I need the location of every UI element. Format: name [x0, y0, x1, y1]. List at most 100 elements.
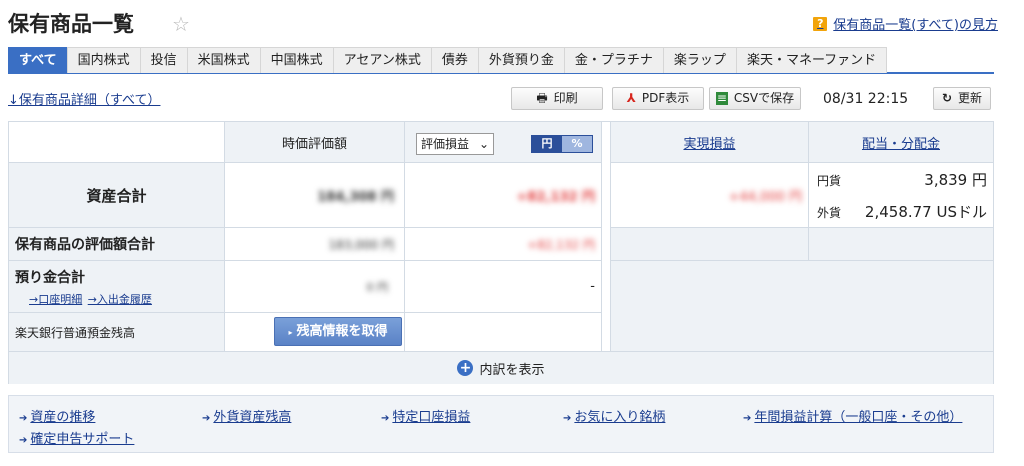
- deposits-total-label: 預り金合計: [15, 270, 85, 286]
- arrow-right-icon: ➔: [202, 413, 211, 424]
- holdings-pl: +82,132 円: [527, 237, 595, 252]
- deposit-value-cell: 0 円: [225, 261, 405, 313]
- account-detail-link[interactable]: →口座明細: [29, 293, 82, 306]
- printer-icon: 🖶: [536, 91, 548, 105]
- total-value-cell: 184,308 円: [225, 163, 405, 228]
- market-value-label: 時価評価額: [281, 136, 347, 152]
- holdings-total-label: 保有商品の評価額合計: [15, 237, 155, 253]
- csv-button[interactable]: ≡ CSVで保存: [709, 87, 801, 110]
- specific-account-pl-label: 特定口座損益: [392, 410, 471, 425]
- get-balance-button[interactable]: ▸ 残高情報を取得: [274, 317, 402, 346]
- tab-foreign-deposits[interactable]: 外貨預り金: [477, 47, 565, 73]
- dividend-yen-label: 円貨: [817, 174, 842, 188]
- realized-pl-link[interactable]: 実現損益: [683, 133, 735, 152]
- fx-assets-label: 外貨資産残高: [213, 410, 292, 425]
- show-breakdown-label: 内訳を表示: [479, 362, 545, 378]
- deposit-pl: -: [590, 279, 595, 294]
- related-links: ➔ 資産の推移 ➔ 外貨資産残高 ➔ 特定口座損益 ➔ お気に入り銘柄 ➔ 年間損益計算（…: [8, 395, 994, 453]
- tab-bonds[interactable]: 債券: [430, 47, 479, 73]
- toggle-yen[interactable]: 円: [532, 136, 562, 152]
- question-icon: ?: [813, 16, 828, 31]
- dividend-link[interactable]: 配当・分配金: [862, 133, 940, 152]
- pl-type-select[interactable]: 評価損益 ⌄: [416, 133, 494, 155]
- tab-investment-trusts[interactable]: 投信: [139, 47, 188, 73]
- inout-history-link[interactable]: →入出金履歴: [88, 293, 152, 306]
- realized-pl: +44,000 円: [728, 189, 802, 205]
- help-link[interactable]: ? 保有商品一覧(すべて)の見方: [813, 14, 998, 33]
- pl-type-value: 評価損益: [421, 137, 470, 151]
- header-dividend: 配当・分配金: [809, 122, 993, 163]
- row-holdings-label: 保有商品の評価額合計: [9, 228, 225, 261]
- star-icon[interactable]: ☆: [172, 12, 190, 36]
- get-balance-label: 残高情報を取得: [296, 324, 388, 339]
- row-bank-label: 楽天銀行普通預金残高: [9, 313, 225, 351]
- total-value: 184,308 円: [317, 189, 394, 205]
- chevron-down-icon: ⌄: [478, 137, 489, 151]
- deposit-right-empty: [611, 261, 993, 351]
- tab-domestic-stocks[interactable]: 国内株式: [66, 47, 141, 73]
- spreadsheet-icon: ≡: [715, 91, 728, 105]
- toolbar: ↓保有商品詳細（すべて） 🖶 印刷 ⅄ PDF表示 ≡ CSVで保存 08/31…: [8, 84, 994, 112]
- dividend-yen-value: 3,839 円: [924, 171, 987, 189]
- deposit-pl-cell: -: [405, 261, 601, 313]
- link-asset-history[interactable]: ➔ 資産の推移: [19, 406, 95, 425]
- header-realized: 実現損益: [611, 122, 809, 163]
- link-tax-return[interactable]: ➔ 確定申告サポート: [19, 428, 134, 447]
- link-favorites[interactable]: ➔ お気に入り銘柄: [563, 406, 665, 425]
- holdings-pl-cell: +82,132 円: [405, 228, 601, 261]
- page-title: 保有商品一覧: [8, 12, 134, 36]
- total-pl: +82,132 円: [516, 189, 595, 205]
- tab-gold-platinum[interactable]: 金・プラチナ: [563, 47, 664, 73]
- arrow-right-icon: ➔: [19, 435, 28, 446]
- link-specific-account-pl[interactable]: ➔ 特定口座損益: [381, 406, 470, 425]
- print-label: 印刷: [553, 91, 578, 105]
- tab-rakuwrap[interactable]: 楽ラップ: [662, 47, 737, 73]
- tab-all[interactable]: すべて: [8, 47, 68, 73]
- print-button[interactable]: 🖶 印刷: [511, 87, 603, 110]
- dividend-fx-label: 外貨: [817, 206, 842, 220]
- tab-money-fund[interactable]: 楽天・マネーファンド: [735, 47, 888, 73]
- tab-china-stocks[interactable]: 中国株式: [259, 47, 334, 73]
- plus-circle-icon: +: [457, 360, 474, 376]
- column-divider: [601, 122, 611, 351]
- favorites-label: お気に入り銘柄: [574, 410, 666, 425]
- refresh-button[interactable]: ↻ 更新: [933, 87, 991, 110]
- row-deposits-label: 預り金合計 →口座明細 →入出金履歴: [9, 261, 225, 313]
- annual-pl-label: 年間損益計算（一般口座・その他）: [754, 410, 963, 425]
- pdf-icon: ⅄: [626, 91, 636, 105]
- bullet-icon: ▸: [288, 328, 293, 337]
- holdings-value-cell: 183,000 円: [225, 228, 405, 261]
- holdings-realized-empty: [611, 228, 809, 261]
- header-blank: [9, 122, 225, 163]
- holdings-value: 183,000 円: [328, 237, 394, 252]
- pdf-label: PDF表示: [641, 91, 690, 105]
- title-row: 保有商品一覧 ☆ ? 保有商品一覧(すべて)の見方: [8, 6, 998, 40]
- arrow-right-icon: ➔: [381, 413, 390, 424]
- show-breakdown-button[interactable]: + 内訳を表示: [9, 351, 993, 384]
- toggle-percent[interactable]: %: [562, 136, 592, 152]
- dividend-cell: 円貨 3,839 円 外貨 2,458.77 USドル: [809, 163, 993, 228]
- csv-label: CSVで保存: [733, 91, 795, 105]
- header-market-value: 時価評価額: [225, 122, 405, 163]
- help-link-label: 保有商品一覧(すべて)の見方: [833, 18, 998, 33]
- total-pl-cell: +82,132 円: [405, 163, 601, 228]
- pdf-button[interactable]: ⅄ PDF表示: [612, 87, 704, 110]
- product-tabs: すべて 国内株式 投信 米国株式 中国株式 アセアン株式 債券 外貨預り金 金・…: [8, 47, 994, 74]
- refresh-label: 更新: [958, 91, 983, 105]
- unit-toggle[interactable]: 円 %: [531, 135, 593, 153]
- holdings-dividend-empty: [809, 228, 993, 261]
- holdings-detail-link[interactable]: ↓保有商品詳細（すべて）: [8, 89, 160, 108]
- realized-cell: +44,000 円: [611, 163, 809, 228]
- bank-pl-cell: [405, 313, 601, 351]
- asset-summary-table: 時価評価額 評価損益 ⌄ 円 % 実現損益 配当・分配金 資産合計 184,30…: [8, 121, 994, 384]
- link-annual-pl[interactable]: ➔ 年間損益計算（一般口座・その他）: [743, 406, 962, 425]
- row-total-assets-label: 資産合計: [9, 163, 225, 228]
- link-fx-assets[interactable]: ➔ 外貨資産残高: [202, 406, 291, 425]
- tax-return-label: 確定申告サポート: [30, 432, 135, 447]
- tab-us-stocks[interactable]: 米国株式: [186, 47, 261, 73]
- deposit-value: 0 円: [366, 280, 389, 294]
- refresh-icon: ↻: [941, 91, 953, 105]
- arrow-right-icon: ➔: [19, 413, 28, 424]
- last-updated-time: 08/31 22:15: [823, 91, 909, 107]
- tab-asean-stocks[interactable]: アセアン株式: [332, 47, 432, 73]
